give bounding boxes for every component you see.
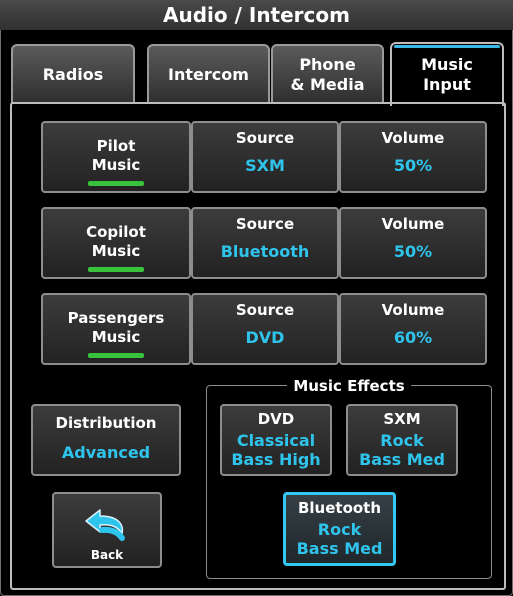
source-label: Source: [235, 215, 295, 233]
row-name-line1: Pilot: [96, 137, 136, 155]
tab-label-line2: Input: [423, 75, 471, 94]
tab-label-line2: & Media: [290, 75, 365, 94]
passengers-source-button[interactable]: Source DVD: [191, 293, 339, 365]
tab-radios[interactable]: Radios: [11, 44, 135, 104]
dvd-effect-button[interactable]: DVD Classical Bass High: [220, 404, 332, 476]
tab-label: Radios: [42, 65, 104, 84]
tab-intercom[interactable]: Intercom: [147, 44, 270, 104]
tab-music-input[interactable]: Music Input: [390, 42, 504, 106]
copilot-music-annunciator: [88, 267, 144, 272]
pilot-source-button[interactable]: Source SXM: [191, 121, 339, 193]
passengers-volume-button[interactable]: Volume 60%: [339, 293, 487, 365]
distribution-label: Distribution: [55, 414, 157, 432]
pilot-music-annunciator: [88, 181, 144, 186]
row-name-line2: Music: [91, 328, 141, 346]
pilot-music-button[interactable]: Pilot Music: [41, 121, 191, 193]
pilot-volume-button[interactable]: Volume 50%: [339, 121, 487, 193]
volume-label: Volume: [381, 215, 445, 233]
bluetooth-effect-line2: Bass Med: [296, 539, 383, 558]
volume-label: Volume: [381, 129, 445, 147]
music-effects-title: Music Effects: [287, 377, 411, 395]
page-title: Audio / Intercom: [0, 0, 513, 30]
source-value: SXM: [245, 156, 285, 175]
dvd-effect-line1: Classical: [236, 431, 316, 450]
back-label: Back: [90, 548, 124, 562]
source-value: DVD: [245, 328, 285, 347]
passengers-music-button[interactable]: Passengers Music: [41, 293, 191, 365]
row-name-line1: Copilot: [86, 223, 146, 241]
back-arrow-icon: [85, 509, 125, 541]
row-name-line2: Music: [91, 156, 141, 174]
dvd-effect-line2: Bass High: [231, 450, 321, 469]
distribution-button[interactable]: Distribution Advanced: [31, 404, 181, 476]
tab-label-line1: Phone: [299, 55, 356, 74]
bluetooth-effect-line1: Rock: [317, 520, 362, 539]
passengers-music-annunciator: [88, 353, 144, 358]
copilot-music-button[interactable]: Copilot Music: [41, 207, 191, 279]
row-name-line1: Passengers: [67, 309, 165, 327]
volume-value: 50%: [393, 156, 433, 175]
bluetooth-effect-label: Bluetooth: [297, 499, 382, 517]
volume-label: Volume: [381, 301, 445, 319]
tab-phone-media[interactable]: Phone & Media: [271, 44, 384, 104]
back-button[interactable]: Back: [52, 492, 162, 568]
dvd-effect-label: DVD: [257, 410, 295, 428]
source-label: Source: [235, 129, 295, 147]
sxm-effect-line1: Rock: [380, 431, 424, 450]
source-value: Bluetooth: [220, 242, 310, 261]
row-name-line2: Music: [91, 242, 141, 260]
distribution-value: Advanced: [61, 443, 151, 462]
copilot-source-button[interactable]: Source Bluetooth: [191, 207, 339, 279]
source-label: Source: [235, 301, 295, 319]
volume-value: 60%: [393, 328, 433, 347]
copilot-volume-button[interactable]: Volume 50%: [339, 207, 487, 279]
music-effects-title-wrap: Music Effects: [207, 376, 491, 395]
tab-label-line1: Music: [421, 55, 473, 74]
sxm-effect-label: SXM: [383, 410, 421, 428]
volume-value: 50%: [393, 242, 433, 261]
bluetooth-effect-button[interactable]: Bluetooth Rock Bass Med: [283, 492, 396, 566]
sxm-effect-button[interactable]: SXM Rock Bass Med: [346, 404, 458, 476]
tab-label: Intercom: [168, 65, 249, 84]
sxm-effect-line2: Bass Med: [359, 450, 445, 469]
